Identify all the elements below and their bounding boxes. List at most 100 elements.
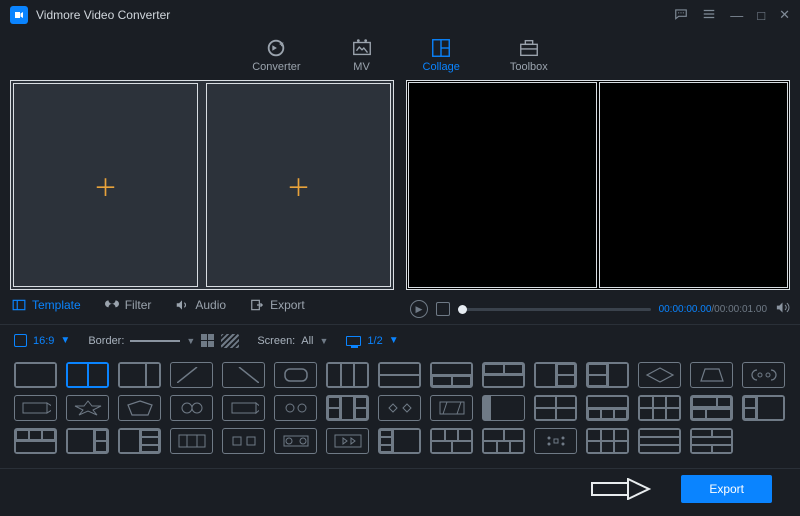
template-item[interactable] — [534, 362, 577, 388]
subtab-template[interactable]: Template — [12, 298, 81, 312]
template-item[interactable] — [274, 428, 317, 454]
template-item[interactable] — [378, 428, 421, 454]
feedback-icon[interactable] — [674, 7, 688, 24]
current-time: 00:00:00.00 — [659, 304, 712, 315]
volume-icon[interactable] — [775, 300, 790, 318]
template-item[interactable] — [14, 395, 57, 421]
subtab-label: Export — [270, 298, 305, 312]
close-button[interactable]: ✕ — [779, 7, 790, 23]
template-item[interactable] — [118, 362, 161, 388]
template-item[interactable] — [170, 395, 213, 421]
template-item[interactable] — [274, 362, 317, 388]
add-media-icon: ＋ — [94, 168, 118, 203]
arrow-annotation-icon — [591, 478, 651, 500]
chevron-down-icon: ▼ — [60, 335, 70, 346]
collage-slot-1[interactable]: ＋ — [13, 83, 198, 287]
subtab-export[interactable]: Export — [250, 298, 305, 312]
template-item[interactable] — [586, 362, 629, 388]
preview-area — [406, 80, 790, 290]
chevron-down-icon: ▼ — [319, 336, 328, 346]
nav-tab-toolbox[interactable]: Toolbox — [510, 37, 548, 73]
stop-button[interactable] — [436, 302, 450, 316]
screen-value: All — [301, 335, 313, 347]
template-item[interactable] — [742, 395, 785, 421]
template-item[interactable] — [378, 395, 421, 421]
template-item[interactable] — [222, 428, 265, 454]
screen-selector[interactable]: Screen: All ▼ — [257, 335, 328, 347]
window-controls: — □ ✕ — [674, 7, 790, 24]
nav-tab-label: Toolbox — [510, 61, 548, 73]
template-item[interactable] — [638, 362, 681, 388]
bottom-bar: Export — [0, 468, 800, 508]
nav-tab-mv[interactable]: MV — [351, 37, 373, 73]
subtab-audio[interactable]: Audio — [175, 298, 226, 312]
template-item[interactable] — [690, 362, 733, 388]
nav-tab-collage[interactable]: Collage — [423, 37, 460, 73]
template-item[interactable] — [482, 428, 525, 454]
template-item[interactable] — [66, 395, 109, 421]
template-item[interactable] — [14, 428, 57, 454]
template-item[interactable] — [274, 395, 317, 421]
border-control: Border: ▼ — [88, 334, 239, 348]
template-item[interactable] — [118, 395, 161, 421]
collage-slot-2[interactable]: ＋ — [206, 83, 391, 287]
template-item[interactable] — [482, 395, 525, 421]
template-item[interactable] — [118, 428, 161, 454]
subtab-label: Audio — [195, 298, 226, 312]
template-item[interactable] — [326, 428, 369, 454]
template-item[interactable] — [690, 428, 733, 454]
workspace: ＋ ＋ — [0, 80, 800, 290]
template-grid — [0, 356, 800, 460]
page-value: 1/2 — [367, 335, 382, 347]
screen-label: Screen: — [257, 335, 295, 347]
template-item[interactable] — [170, 428, 213, 454]
preview-pane-2 — [599, 82, 788, 288]
collage-icon — [430, 37, 452, 59]
template-item[interactable] — [586, 428, 629, 454]
border-color-picker[interactable] — [201, 334, 215, 348]
minimize-button[interactable]: — — [730, 8, 743, 23]
template-item[interactable] — [690, 395, 733, 421]
filter-icon — [105, 298, 119, 312]
template-item[interactable] — [66, 428, 109, 454]
timeline-thumb[interactable] — [458, 305, 467, 314]
chevron-down-icon: ▼ — [389, 335, 399, 346]
nav-tab-converter[interactable]: Converter — [252, 37, 300, 73]
border-style-preview[interactable] — [130, 340, 180, 342]
menu-icon[interactable] — [702, 7, 716, 24]
template-item[interactable] — [326, 362, 369, 388]
aspect-ratio-selector[interactable]: 16:9 ▼ — [14, 334, 70, 347]
border-pattern-button[interactable] — [221, 334, 239, 348]
template-item[interactable] — [534, 395, 577, 421]
main-nav: Converter MV Collage Toolbox — [0, 30, 800, 80]
template-item[interactable] — [586, 395, 629, 421]
template-item[interactable] — [222, 362, 265, 388]
template-item[interactable] — [430, 428, 473, 454]
border-label: Border: — [88, 335, 124, 347]
play-button[interactable]: ▶ — [410, 300, 428, 318]
template-item[interactable] — [638, 428, 681, 454]
template-item[interactable] — [482, 362, 525, 388]
template-item[interactable] — [14, 362, 57, 388]
template-item[interactable] — [742, 362, 785, 388]
template-item[interactable] — [326, 395, 369, 421]
template-item[interactable] — [170, 362, 213, 388]
export-icon — [250, 298, 264, 312]
template-icon — [12, 298, 26, 312]
timeline-slider[interactable] — [458, 308, 651, 311]
template-item[interactable] — [378, 362, 421, 388]
maximize-button[interactable]: □ — [757, 8, 765, 23]
template-item[interactable] — [222, 395, 265, 421]
chevron-down-icon[interactable]: ▼ — [186, 336, 195, 346]
app-title: Vidmore Video Converter — [36, 8, 674, 22]
page-selector[interactable]: 1/2 ▼ — [346, 335, 398, 347]
template-item[interactable] — [638, 395, 681, 421]
template-item[interactable] — [430, 395, 473, 421]
export-button[interactable]: Export — [681, 475, 772, 503]
subtab-filter[interactable]: Filter — [105, 298, 152, 312]
template-item[interactable] — [430, 362, 473, 388]
app-logo-icon — [10, 6, 28, 24]
template-item[interactable] — [66, 362, 109, 388]
monitor-icon — [346, 336, 361, 346]
template-item[interactable] — [534, 428, 577, 454]
